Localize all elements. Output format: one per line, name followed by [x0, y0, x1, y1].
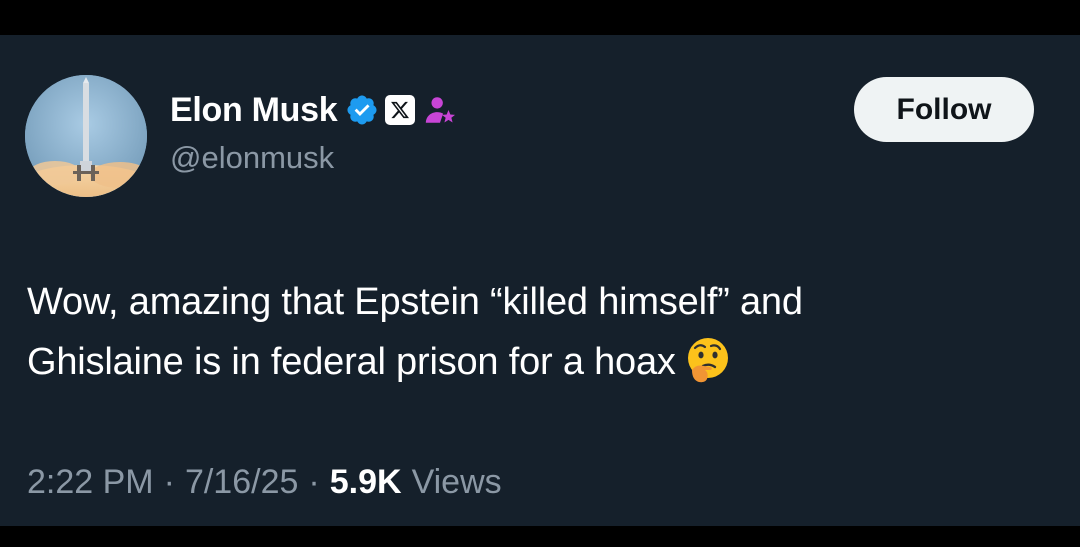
- tweet-time[interactable]: 2:22 PM: [27, 463, 154, 502]
- tweet-meta: 2:22 PM · 7/16/25 · 5.9K Views: [27, 463, 502, 502]
- thinking-face-emoji-icon: [687, 338, 728, 383]
- affiliate-person-icon: [426, 97, 456, 123]
- display-name[interactable]: Elon Musk: [170, 91, 338, 130]
- tweet-date[interactable]: 7/16/25: [185, 463, 298, 502]
- follow-button[interactable]: Follow: [854, 77, 1034, 142]
- x-logo-icon: [385, 95, 416, 125]
- avatar[interactable]: [25, 75, 147, 197]
- author-handle[interactable]: @elonmusk: [170, 140, 334, 176]
- letterbox-bottom: [0, 526, 1080, 547]
- meta-separator: ·: [308, 463, 320, 501]
- views-count[interactable]: 5.9K: [330, 463, 402, 502]
- tweet-text-line-2: Ghislaine is in federal prison for a hoa…: [27, 332, 1057, 392]
- views-label[interactable]: Views: [412, 463, 502, 502]
- tweet-text-line-1: Wow, amazing that Epstein “killed himsel…: [27, 281, 803, 323]
- verified-check-icon: [347, 95, 377, 125]
- tweet-text: Wow, amazing that Epstein “killed himsel…: [27, 272, 1057, 392]
- letterbox-top: [0, 0, 1080, 35]
- author-name-row: Elon Musk: [170, 90, 457, 130]
- rocket-launch-avatar-icon: [25, 75, 147, 197]
- tweet-text-line-2-text: Ghislaine is in federal prison for a hoa…: [27, 341, 676, 383]
- meta-separator: ·: [163, 463, 175, 501]
